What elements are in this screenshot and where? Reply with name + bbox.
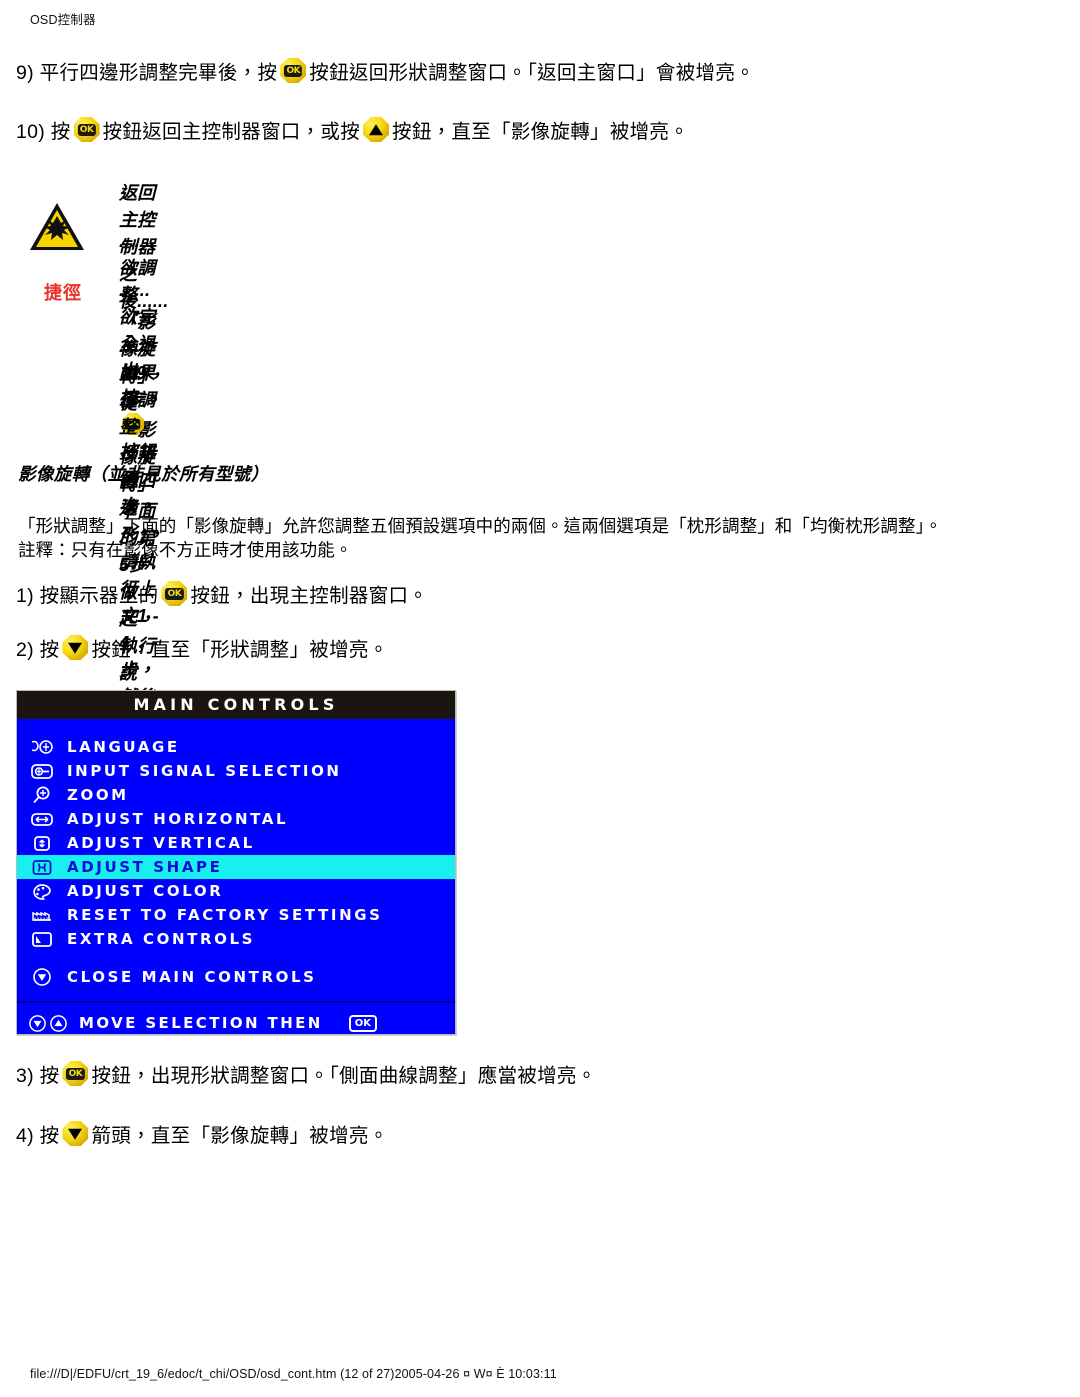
osd-item-label: ADJUST COLOR bbox=[67, 882, 224, 900]
page-header-title: OSD控制器 bbox=[30, 13, 96, 27]
shortcut-label: 捷徑 bbox=[44, 283, 82, 303]
osd-item-label: ADJUST HORIZONTAL bbox=[67, 810, 289, 828]
step-2-text-after: 按鈕，直至「形狀調整」被增亮。 bbox=[91, 638, 389, 661]
section-heading: 影像旋轉（並非見於所有型號） bbox=[18, 464, 269, 484]
osd-item-adjust-color[interactable]: ADJUST COLOR bbox=[17, 879, 455, 903]
step-3-text-after: 按鈕，出現形狀調整窗口。「側面曲線調整」應當被增亮。 bbox=[91, 1064, 597, 1087]
zoom-icon bbox=[17, 786, 67, 804]
osd-item-label: CLOSE MAIN CONTROLS bbox=[67, 968, 317, 986]
page-footer-path: file:///D|/EDFU/crt_19_6/edoc/t_chi/OSD/… bbox=[30, 1367, 557, 1381]
osd-item-adjust-shape[interactable]: ADJUST SHAPE bbox=[17, 855, 455, 879]
step-9-text-after: 按鈕返回形狀調整窗口。「返回主窗口」會被增亮。 bbox=[309, 61, 755, 84]
adjust-color-icon bbox=[17, 883, 67, 900]
step-4-text-after: 箭頭，直至「影像旋轉」被增亮。 bbox=[91, 1124, 389, 1147]
osd-item-label: RESET TO FACTORY SETTINGS bbox=[67, 906, 383, 924]
close-down-arrow-icon bbox=[17, 967, 67, 987]
osd-ok-button-icon: OK bbox=[280, 58, 307, 83]
input-signal-icon bbox=[17, 763, 67, 780]
step-10-text-after: 按鈕，直至「影像旋轉」被增亮。 bbox=[392, 120, 690, 143]
osd-item-adjust-horizontal[interactable]: ADJUST HORIZONTAL bbox=[17, 807, 455, 831]
step-4-text-before: 4) 按 bbox=[16, 1124, 60, 1147]
osd-item-label: EXTRA CONTROLS bbox=[67, 930, 256, 948]
step-10-text-middle: 按鈕返回主控制器窗口，或按 bbox=[102, 120, 361, 143]
osd-item-label: INPUT SIGNAL SELECTION bbox=[67, 762, 342, 780]
osd-footer-arrow-icons bbox=[17, 1014, 79, 1033]
warning-triangle-icon bbox=[28, 201, 86, 253]
osd-item-label: ADJUST VERTICAL bbox=[67, 834, 255, 852]
osd-item-close-main-controls[interactable]: CLOSE MAIN CONTROLS bbox=[17, 965, 455, 989]
osd-item-label: LANGUAGE bbox=[67, 738, 180, 756]
step-2-text-before: 2) 按 bbox=[16, 638, 60, 661]
section-body-text: 「形狀調整」下面的「影像旋轉」允許您調整五個預設選項中的兩個。這兩個選項是「枕形… bbox=[18, 516, 943, 536]
extra-controls-icon bbox=[17, 931, 67, 948]
osd-ok-button-icon: OK bbox=[62, 1061, 89, 1086]
adjust-horizontal-icon bbox=[17, 812, 67, 827]
osd-menu-list: LANGUAGE INPUT SIGNAL SELECTION ZOOM ADJ… bbox=[17, 719, 455, 989]
step-3-text-before: 3) 按 bbox=[16, 1064, 60, 1087]
osd-main-controls-panel: MAIN CONTROLS LANGUAGE INPUT SIGNAL SELE… bbox=[16, 690, 456, 1035]
step-3: 3) 按 OK 按鈕，出現形狀調整窗口。「側面曲線調整」應當被增亮。 bbox=[16, 1060, 597, 1091]
step-10: 10) 按 OK 按鈕返回主控制器窗口，或按 按鈕，直至「影像旋轉」被增亮。 bbox=[16, 116, 689, 147]
section-note-text: 註釋：只有在影像不方正時才使用該功能。 bbox=[18, 540, 353, 560]
step-10-text-before: 10) 按 bbox=[16, 120, 71, 143]
down-arrow-circle-icon bbox=[29, 1014, 46, 1032]
adjust-shape-icon bbox=[17, 859, 67, 876]
reset-factory-icon bbox=[17, 907, 67, 923]
osd-ok-button-icon: OK bbox=[73, 117, 100, 142]
osd-footer-label: MOVE SELECTION THEN bbox=[79, 1014, 323, 1032]
osd-item-adjust-vertical[interactable]: ADJUST VERTICAL bbox=[17, 831, 455, 855]
step-9-text-before: 9) 平行四邊形調整完畢後，按 bbox=[16, 61, 278, 84]
osd-up-arrow-button-icon bbox=[363, 117, 390, 142]
step-2: 2) 按 按鈕，直至「形狀調整」被增亮。 bbox=[16, 634, 388, 665]
osd-item-reset-to-factory-settings[interactable]: RESET TO FACTORY SETTINGS bbox=[17, 903, 455, 927]
osd-item-extra-controls[interactable]: EXTRA CONTROLS bbox=[17, 927, 455, 951]
up-arrow-circle-icon bbox=[50, 1014, 67, 1032]
osd-ok-button-icon: OK bbox=[161, 581, 188, 606]
osd-footer-hint: MOVE SELECTION THEN OK bbox=[17, 1003, 455, 1043]
tip-line-4-continued: - 9步。 bbox=[125, 363, 162, 410]
osd-item-label: ADJUST SHAPE bbox=[67, 858, 223, 876]
step-1-text-after: 按鈕，出現主控制器窗口。 bbox=[190, 584, 429, 607]
osd-item-zoom[interactable]: ZOOM bbox=[17, 783, 455, 807]
osd-down-arrow-button-icon bbox=[62, 1121, 89, 1146]
step-4: 4) 按 箭頭，直至「影像旋轉」被增亮。 bbox=[16, 1120, 388, 1151]
osd-item-label: ZOOM bbox=[67, 786, 129, 804]
osd-item-input-signal-selection[interactable]: INPUT SIGNAL SELECTION bbox=[17, 759, 455, 783]
osd-spacer bbox=[17, 951, 455, 965]
step-1-text-before: 1) 按顯示器上的 bbox=[16, 584, 159, 607]
step-1: 1) 按顯示器上的 OK 按鈕，出現主控制器窗口。 bbox=[16, 580, 428, 611]
osd-panel-title: MAIN CONTROLS bbox=[17, 691, 455, 719]
osd-down-arrow-button-icon bbox=[62, 635, 89, 660]
step-9: 9) 平行四邊形調整完畢後，按 OK 按鈕返回形狀調整窗口。「返回主窗口」會被增亮。 bbox=[16, 57, 755, 88]
osd-item-language[interactable]: LANGUAGE bbox=[17, 735, 455, 759]
adjust-vertical-icon bbox=[17, 835, 67, 852]
osd-footer-ok-icon: OK bbox=[348, 1014, 377, 1032]
language-icon bbox=[17, 739, 67, 755]
